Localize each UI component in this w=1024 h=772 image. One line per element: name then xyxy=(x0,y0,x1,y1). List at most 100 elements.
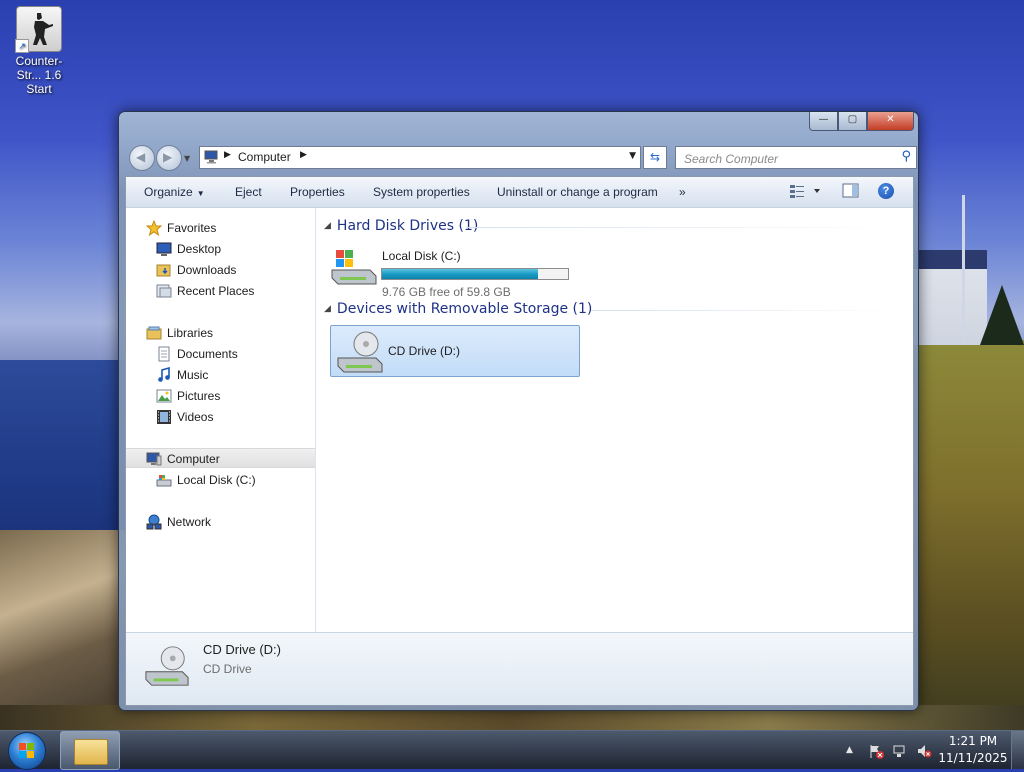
drive-name: Local Disk (C:) xyxy=(382,249,461,263)
more-commands-button[interactable]: » xyxy=(679,185,686,199)
organize-button[interactable]: Organize ▼ xyxy=(144,185,205,199)
nav-label: Network xyxy=(167,515,212,529)
group-divider xyxy=(466,227,896,228)
nav-item-local-disk[interactable]: Local Disk (C:) xyxy=(126,470,315,490)
preview-pane-icon xyxy=(842,183,859,198)
collapse-triangle-icon[interactable]: ◢ xyxy=(324,221,331,231)
windows-logo-icon xyxy=(8,732,46,770)
documents-icon xyxy=(156,346,172,362)
search-icon[interactable]: ⚲ xyxy=(901,149,911,164)
show-desktop-button[interactable] xyxy=(1011,731,1024,769)
collapse-triangle-icon[interactable]: ◢ xyxy=(324,304,331,314)
nav-item-favorites[interactable]: Favorites xyxy=(126,218,315,238)
nav-label: Desktop xyxy=(177,242,222,256)
nav-item-videos[interactable]: Videos xyxy=(126,407,315,427)
network-icon xyxy=(146,514,162,530)
nav-label: Libraries xyxy=(167,326,214,340)
nav-label: Music xyxy=(177,368,209,382)
caption-buttons: — ▢ ✕ xyxy=(809,112,914,131)
star-icon xyxy=(145,219,163,237)
nav-label: Recent Places xyxy=(177,284,255,298)
nav-item-computer[interactable]: Computer xyxy=(126,448,315,468)
nav-item-documents[interactable]: Documents xyxy=(126,344,315,364)
wallpaper-field xyxy=(905,340,1024,730)
group-header-hard-disk[interactable]: ◢ Hard Disk Drives (1) xyxy=(324,218,478,234)
back-button[interactable]: ◀ xyxy=(129,145,155,171)
breadcrumb-separator-icon[interactable]: ▶ xyxy=(300,150,307,160)
search-input[interactable] xyxy=(682,149,886,168)
clock-time: 1:21 PM xyxy=(948,734,998,748)
navigation-bar: ◀ ▶ ▼ ▶ Computer ▶ ▼ ⇆ ⚲ xyxy=(127,142,917,172)
nav-item-recent-places[interactable]: Recent Places xyxy=(126,281,315,301)
nav-item-desktop[interactable]: Desktop xyxy=(126,239,315,259)
refresh-button[interactable]: ⇆ xyxy=(643,146,667,169)
nav-item-network[interactable]: Network xyxy=(126,512,315,532)
preview-pane-button[interactable] xyxy=(842,183,860,202)
breadcrumb-computer[interactable]: Computer xyxy=(238,150,291,164)
drive-tile-cd-drive[interactable]: CD Drive (D:) xyxy=(330,325,580,377)
uninstall-program-button[interactable]: Uninstall or change a program xyxy=(497,185,658,199)
computer-icon xyxy=(204,150,218,164)
nav-item-music[interactable]: Music xyxy=(126,365,315,385)
details-item-type: CD Drive xyxy=(203,662,252,676)
details-item-name: CD Drive (D:) xyxy=(203,642,281,657)
taskbar-clock[interactable]: 1:21 PM 11/11/2025 xyxy=(938,733,1008,767)
chevron-down-icon: ▼ xyxy=(196,189,205,198)
nav-item-libraries[interactable]: Libraries xyxy=(126,323,315,343)
computer-icon xyxy=(146,451,162,467)
recent-pages-dropdown[interactable]: ▼ xyxy=(184,154,190,163)
close-button[interactable]: ✕ xyxy=(867,112,914,131)
group-divider xyxy=(591,310,896,311)
start-button[interactable] xyxy=(6,731,46,770)
search-box[interactable]: ⚲ xyxy=(675,146,917,169)
drive-free-space: 9.76 GB free of 59.8 GB xyxy=(382,285,511,299)
network-icon[interactable] xyxy=(892,743,908,762)
back-arrow-icon: ◀ xyxy=(136,150,146,164)
explorer-window: — ▢ ✕ ◀ ▶ ▼ ▶ Computer ▶ ▼ ⇆ ⚲ Organize▼… xyxy=(118,111,919,711)
properties-button[interactable]: Properties xyxy=(290,185,345,199)
view-options-icon xyxy=(790,185,820,198)
drive-tile-local-disk[interactable]: Local Disk (C:) 9.76 GB free of 59.8 GB xyxy=(325,242,573,299)
system-properties-button[interactable]: System properties xyxy=(373,185,470,199)
address-dropdown-icon[interactable]: ▼ xyxy=(629,151,636,161)
wallpaper-tree xyxy=(980,285,1024,345)
desktop-icon xyxy=(156,241,172,257)
libraries-icon xyxy=(146,325,162,341)
taskbar: ▲ 1:21 PM 11/11/2025 xyxy=(0,730,1024,770)
address-bar[interactable]: ▶ Computer ▶ ▼ xyxy=(199,146,641,169)
forward-button[interactable]: ▶ xyxy=(156,145,182,171)
nav-item-pictures[interactable]: Pictures xyxy=(126,386,315,406)
wallpaper-house xyxy=(912,250,987,345)
nav-label: Computer xyxy=(167,452,220,466)
nav-item-downloads[interactable]: Downloads xyxy=(126,260,315,280)
help-icon: ? xyxy=(878,183,894,199)
disk-usage-bar xyxy=(381,268,569,280)
minimize-button[interactable]: — xyxy=(809,112,838,131)
show-hidden-icons-arrow[interactable]: ▲ xyxy=(846,745,853,755)
desktop-icon-counter-strike[interactable]: ↗ Counter-Str... 1.6 Start xyxy=(4,6,74,96)
breadcrumb-separator-icon[interactable]: ▶ xyxy=(224,150,231,160)
taskbar-explorer-button[interactable] xyxy=(60,731,120,770)
local-disk-icon xyxy=(156,472,172,488)
shortcut-arrow-icon: ↗ xyxy=(15,39,29,53)
forward-arrow-icon: ▶ xyxy=(163,150,173,164)
explorer-content: Organize ▼ Eject Properties System proper… xyxy=(125,176,914,706)
clock-date: 11/11/2025 xyxy=(938,751,1008,765)
nav-label: Local Disk (C:) xyxy=(177,473,256,487)
action-center-flag-icon[interactable] xyxy=(868,743,884,762)
local-disk-drive-icon xyxy=(330,246,378,289)
nav-label: Videos xyxy=(177,410,214,424)
eject-button[interactable]: Eject xyxy=(235,185,262,199)
disk-usage-fill xyxy=(382,269,538,279)
help-button[interactable]: ? xyxy=(878,183,894,199)
music-icon xyxy=(156,366,172,383)
volume-muted-icon[interactable] xyxy=(916,743,932,762)
folder-icon xyxy=(74,739,108,765)
recent-places-icon xyxy=(156,283,172,299)
change-view-button[interactable] xyxy=(789,183,823,202)
details-pane: CD Drive (D:) CD Drive xyxy=(126,632,913,705)
nav-label: Pictures xyxy=(177,389,221,403)
maximize-button[interactable]: ▢ xyxy=(838,112,867,131)
items-pane: ◢ Hard Disk Drives (1) Local Disk (C:) 9.… xyxy=(316,208,913,631)
group-header-removable[interactable]: ◢ Devices with Removable Storage (1) xyxy=(324,301,592,317)
